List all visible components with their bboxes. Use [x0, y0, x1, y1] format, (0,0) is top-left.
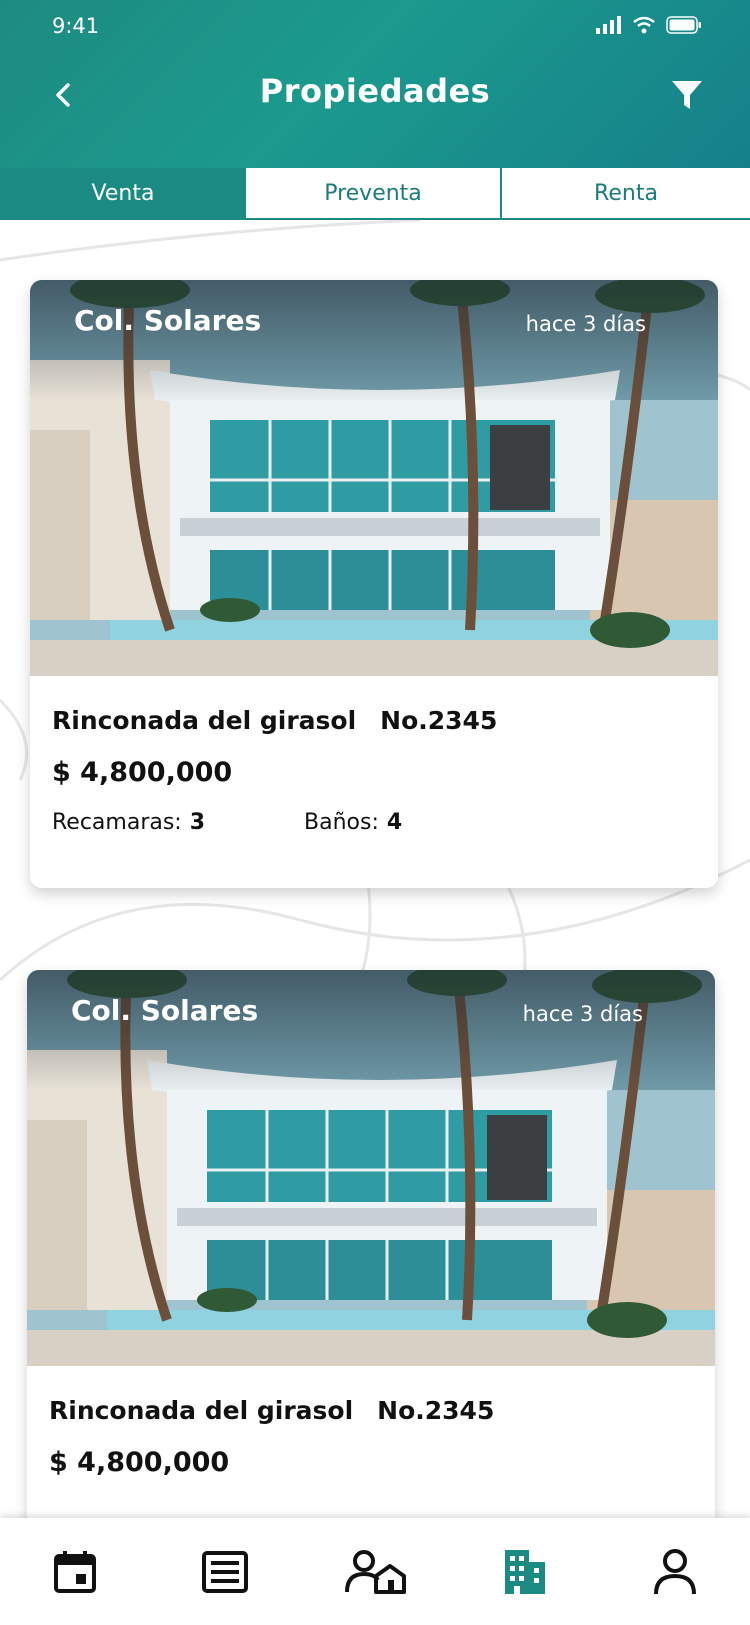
posted-date: hace 3 días: [522, 1002, 643, 1026]
filter-icon: [672, 81, 702, 109]
property-details: Rinconada del girasol No.2345 $ 4,800,00…: [30, 676, 718, 835]
battery-icon: [666, 16, 701, 34]
property-address: Rinconada del girasol No.2345: [49, 1396, 693, 1425]
property-number: No.2345: [380, 706, 498, 735]
beach-house-photo: [30, 280, 718, 676]
calendar-icon: [54, 1550, 96, 1593]
nav-agents[interactable]: [340, 1537, 410, 1607]
bathrooms-value: 4: [386, 810, 403, 835]
beach-house-photo: [27, 970, 715, 1366]
bedrooms-value: 3: [189, 810, 206, 835]
property-price: $ 4,800,000: [49, 1447, 230, 1478]
property-address: Rinconada del girasol No.2345: [52, 706, 696, 735]
nav-listings[interactable]: [190, 1537, 260, 1607]
nav-profile[interactable]: [640, 1537, 710, 1607]
tab-preventa[interactable]: Preventa: [246, 168, 502, 220]
property-specs: Recamaras: 3 Baños: 4: [52, 810, 696, 835]
tab-renta[interactable]: Renta: [502, 168, 750, 220]
property-photo: Col. Solares hace 3 días: [27, 970, 715, 1366]
property-card[interactable]: Col. Solares hace 3 días Rinconada del g…: [30, 280, 718, 888]
agent-house-icon: [345, 1549, 406, 1594]
status-time: 9:41: [52, 14, 100, 38]
property-colony: Col. Solares: [74, 304, 262, 337]
property-number: No.2345: [377, 1396, 495, 1425]
bathrooms-label: Baños:: [304, 810, 379, 835]
bedrooms-label: Recamaras:: [52, 810, 182, 835]
listing-type-tabs: Venta Preventa Renta: [0, 168, 750, 220]
page-title: Propiedades: [259, 72, 491, 110]
property-name: Rinconada del girasol: [52, 706, 357, 735]
profile-icon: [654, 1548, 696, 1594]
property-photo: Col. Solares hace 3 días: [30, 280, 718, 676]
bottom-navigation: [0, 1518, 750, 1625]
property-price: $ 4,800,000: [52, 757, 233, 788]
property-name: Rinconada del girasol: [49, 1396, 354, 1425]
signal-icon: [596, 16, 621, 34]
nav-calendar[interactable]: [40, 1537, 110, 1607]
app-header: 9:41 Propiedades: [0, 0, 750, 168]
property-details: Rinconada del girasol No.2345 $ 4,800,00…: [27, 1366, 715, 1478]
property-card[interactable]: Col. Solares hace 3 días Rinconada del g…: [27, 970, 715, 1530]
list-icon: [202, 1550, 248, 1593]
status-icons: [596, 16, 702, 34]
tab-venta[interactable]: Venta: [0, 168, 246, 220]
bedrooms-spec: Recamaras: 3: [52, 810, 304, 835]
posted-date: hace 3 días: [525, 312, 646, 336]
bathrooms-spec: Baños: 4: [304, 810, 402, 835]
nav-properties[interactable]: [490, 1537, 560, 1607]
filter-button[interactable]: [670, 78, 704, 112]
property-colony: Col. Solares: [71, 994, 259, 1027]
wifi-icon: [633, 16, 655, 34]
building-icon: [505, 1549, 545, 1594]
